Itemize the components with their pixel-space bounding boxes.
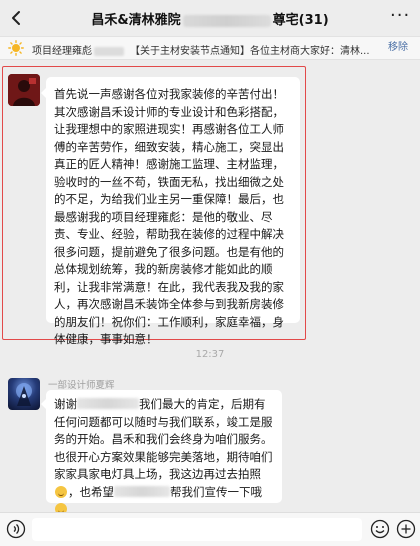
message-text-part: 谢谢: [54, 397, 77, 411]
message-text-part: 帮我们宣传一下哦: [170, 484, 262, 499]
input-bar: [0, 512, 420, 546]
message-input[interactable]: [32, 518, 362, 541]
redacted-title-segment: [182, 14, 271, 27]
grin-emoji-icon: [55, 485, 67, 498]
voice-icon[interactable]: [6, 519, 26, 539]
notice-author: 项目经理雍彪: [32, 46, 92, 57]
message-bubble[interactable]: 谢谢 我们最大的肯定，后期有任何问题都可以随时与我们联系，竣工是服务的开始。昌禾和…: [41, 390, 282, 515]
title-suffix: 尊宅(31): [272, 13, 329, 28]
avatar-image: [16, 383, 32, 406]
chat-header: 昌禾&清林雅院 尊宅(31) ···: [0, 0, 420, 36]
notice-remove-button[interactable]: 移除: [376, 37, 420, 59]
chat-title: 昌禾&清林雅院 尊宅(31): [0, 9, 420, 28]
notice-content: 【关于主材安装节点通知】各位主材商大家好：清林...: [130, 46, 370, 57]
redacted-notice-segment: [94, 46, 124, 56]
message-text: 首先说一声感谢各位对我家装修的辛苦付出！其次感谢昌禾设计师的专业设计和色彩搭配，…: [54, 87, 284, 346]
message-text-part: 我们最大的肯定，后期有任何问题都可以随时与我们联系，竣工是服务的开始。昌禾和我们…: [54, 397, 273, 481]
more-icon[interactable]: ···: [390, 7, 410, 28]
sun-icon: [8, 40, 24, 56]
emoji-icon[interactable]: [370, 519, 390, 539]
notice-text: 项目经理雍彪 【关于主材安装节点通知】各位主材商大家好：清林...: [32, 42, 370, 57]
avatar-image: [8, 74, 40, 106]
time-divider: 12:37: [195, 349, 225, 360]
avatar[interactable]: [8, 378, 40, 410]
title-prefix: 昌禾&清林雅院: [91, 13, 181, 28]
message-bubble[interactable]: 首先说一声感谢各位对我家装修的辛苦付出！其次感谢昌禾设计师的专业设计和色彩搭配，…: [41, 77, 300, 346]
sender-name: 一部设计师夏辉: [48, 380, 115, 391]
avatar[interactable]: [8, 74, 40, 106]
message-text-part: ，也希望: [68, 484, 114, 499]
pinned-notice[interactable]: 项目经理雍彪 【关于主材安装节点通知】各位主材商大家好：清林... 移除: [0, 36, 420, 60]
plus-icon[interactable]: [396, 519, 416, 539]
redacted-text-segment: [114, 485, 170, 497]
redacted-text-segment: [77, 398, 139, 409]
